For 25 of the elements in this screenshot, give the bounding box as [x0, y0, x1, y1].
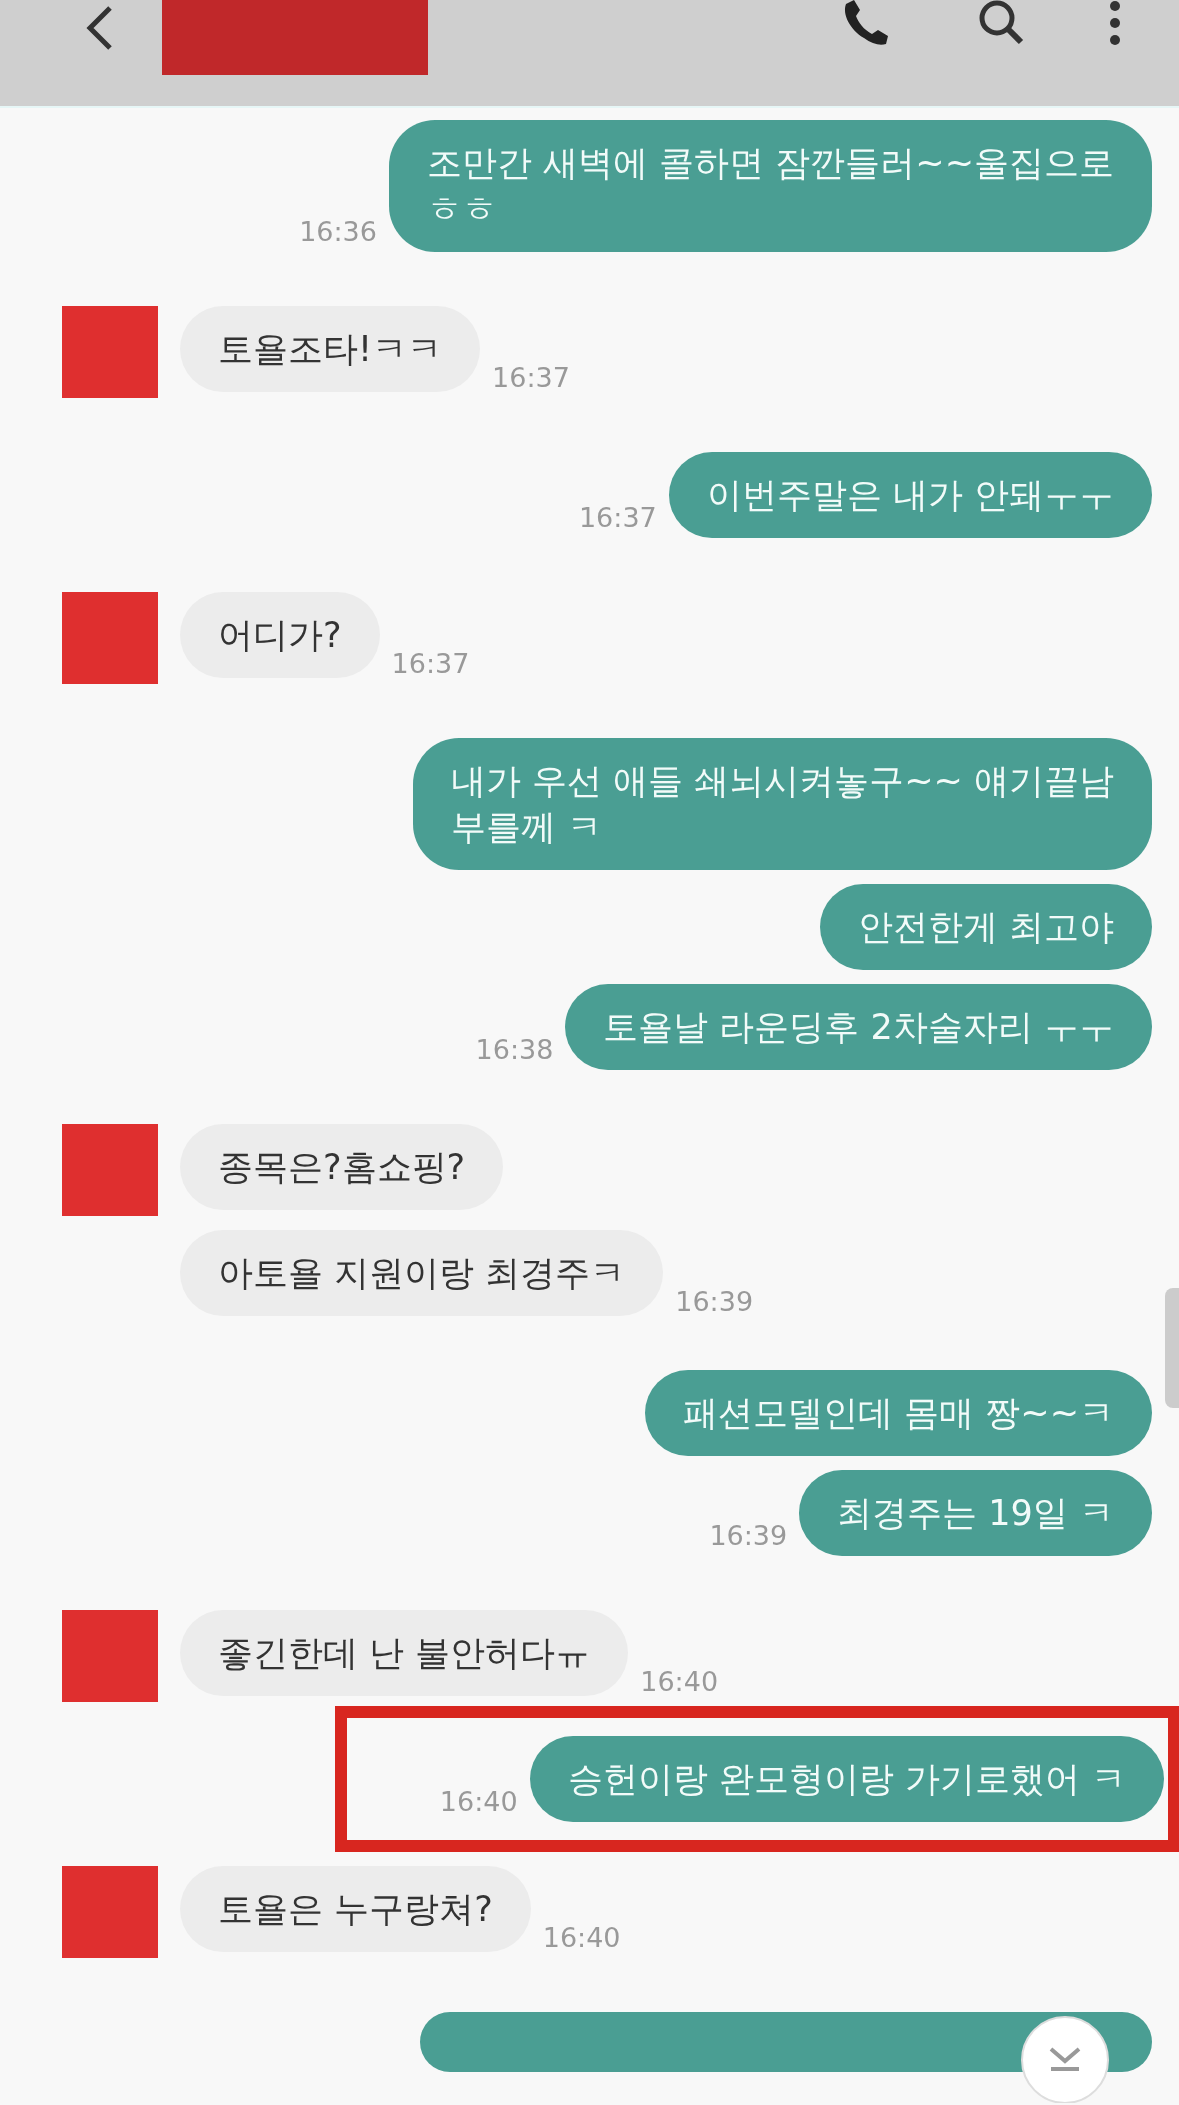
message-bubble: 이번주말은 내가 안돼ㅜㅜ [668, 452, 1152, 538]
scroll-handle[interactable] [1165, 1288, 1179, 1408]
message-bubble: 토욜조타!ㅋㅋ [180, 306, 481, 392]
message-bubble: 토욜은 누구랑쳐? [180, 1866, 531, 1952]
timestamp: 16:39 [675, 1284, 754, 1319]
message-bubble: 조만간 새벽에 콜하면 잠깐들러~~울집으로 ㅎㅎ [388, 120, 1152, 252]
timestamp: 16:37 [391, 646, 470, 681]
message-bubble: 패션모델인데 몸매 짱~~ㅋ [645, 1370, 1152, 1456]
timestamp: 16:36 [299, 214, 377, 249]
message-bubble: 종목은?홈쇼핑? [180, 1124, 504, 1210]
message-bubble: 최경주는 19일 ㅋ [799, 1470, 1152, 1556]
message-bubble: 내가 우선 애들 쇄뇌시켜놓구~~ 얘기끝남 부를께 ㅋ [412, 738, 1152, 870]
timestamp: 16:40 [542, 1920, 621, 1955]
message-bubble: 승헌이랑 완모형이랑 가기로했어 ㅋ [529, 1736, 1164, 1822]
timestamp: 16:39 [709, 1518, 788, 1553]
message-bubble: 토욜날 라운딩후 2차술자리 ㅜㅜ [565, 984, 1152, 1070]
timestamp: 16:40 [640, 1664, 719, 1699]
message-bubble: 아토욜 지원이랑 최경주ㅋ [180, 1230, 664, 1316]
timestamp: 16:37 [492, 360, 570, 395]
message-bubble: 어디가? [180, 592, 380, 678]
message-bubble: 좋긴한데 난 불안허다ㅠ [180, 1610, 629, 1696]
message-bubble: 안전한게 최고야 [819, 884, 1152, 970]
timestamp: 16:37 [578, 500, 657, 535]
timestamp: 16:38 [475, 1032, 554, 1067]
timestamp: 16:40 [439, 1784, 518, 1819]
